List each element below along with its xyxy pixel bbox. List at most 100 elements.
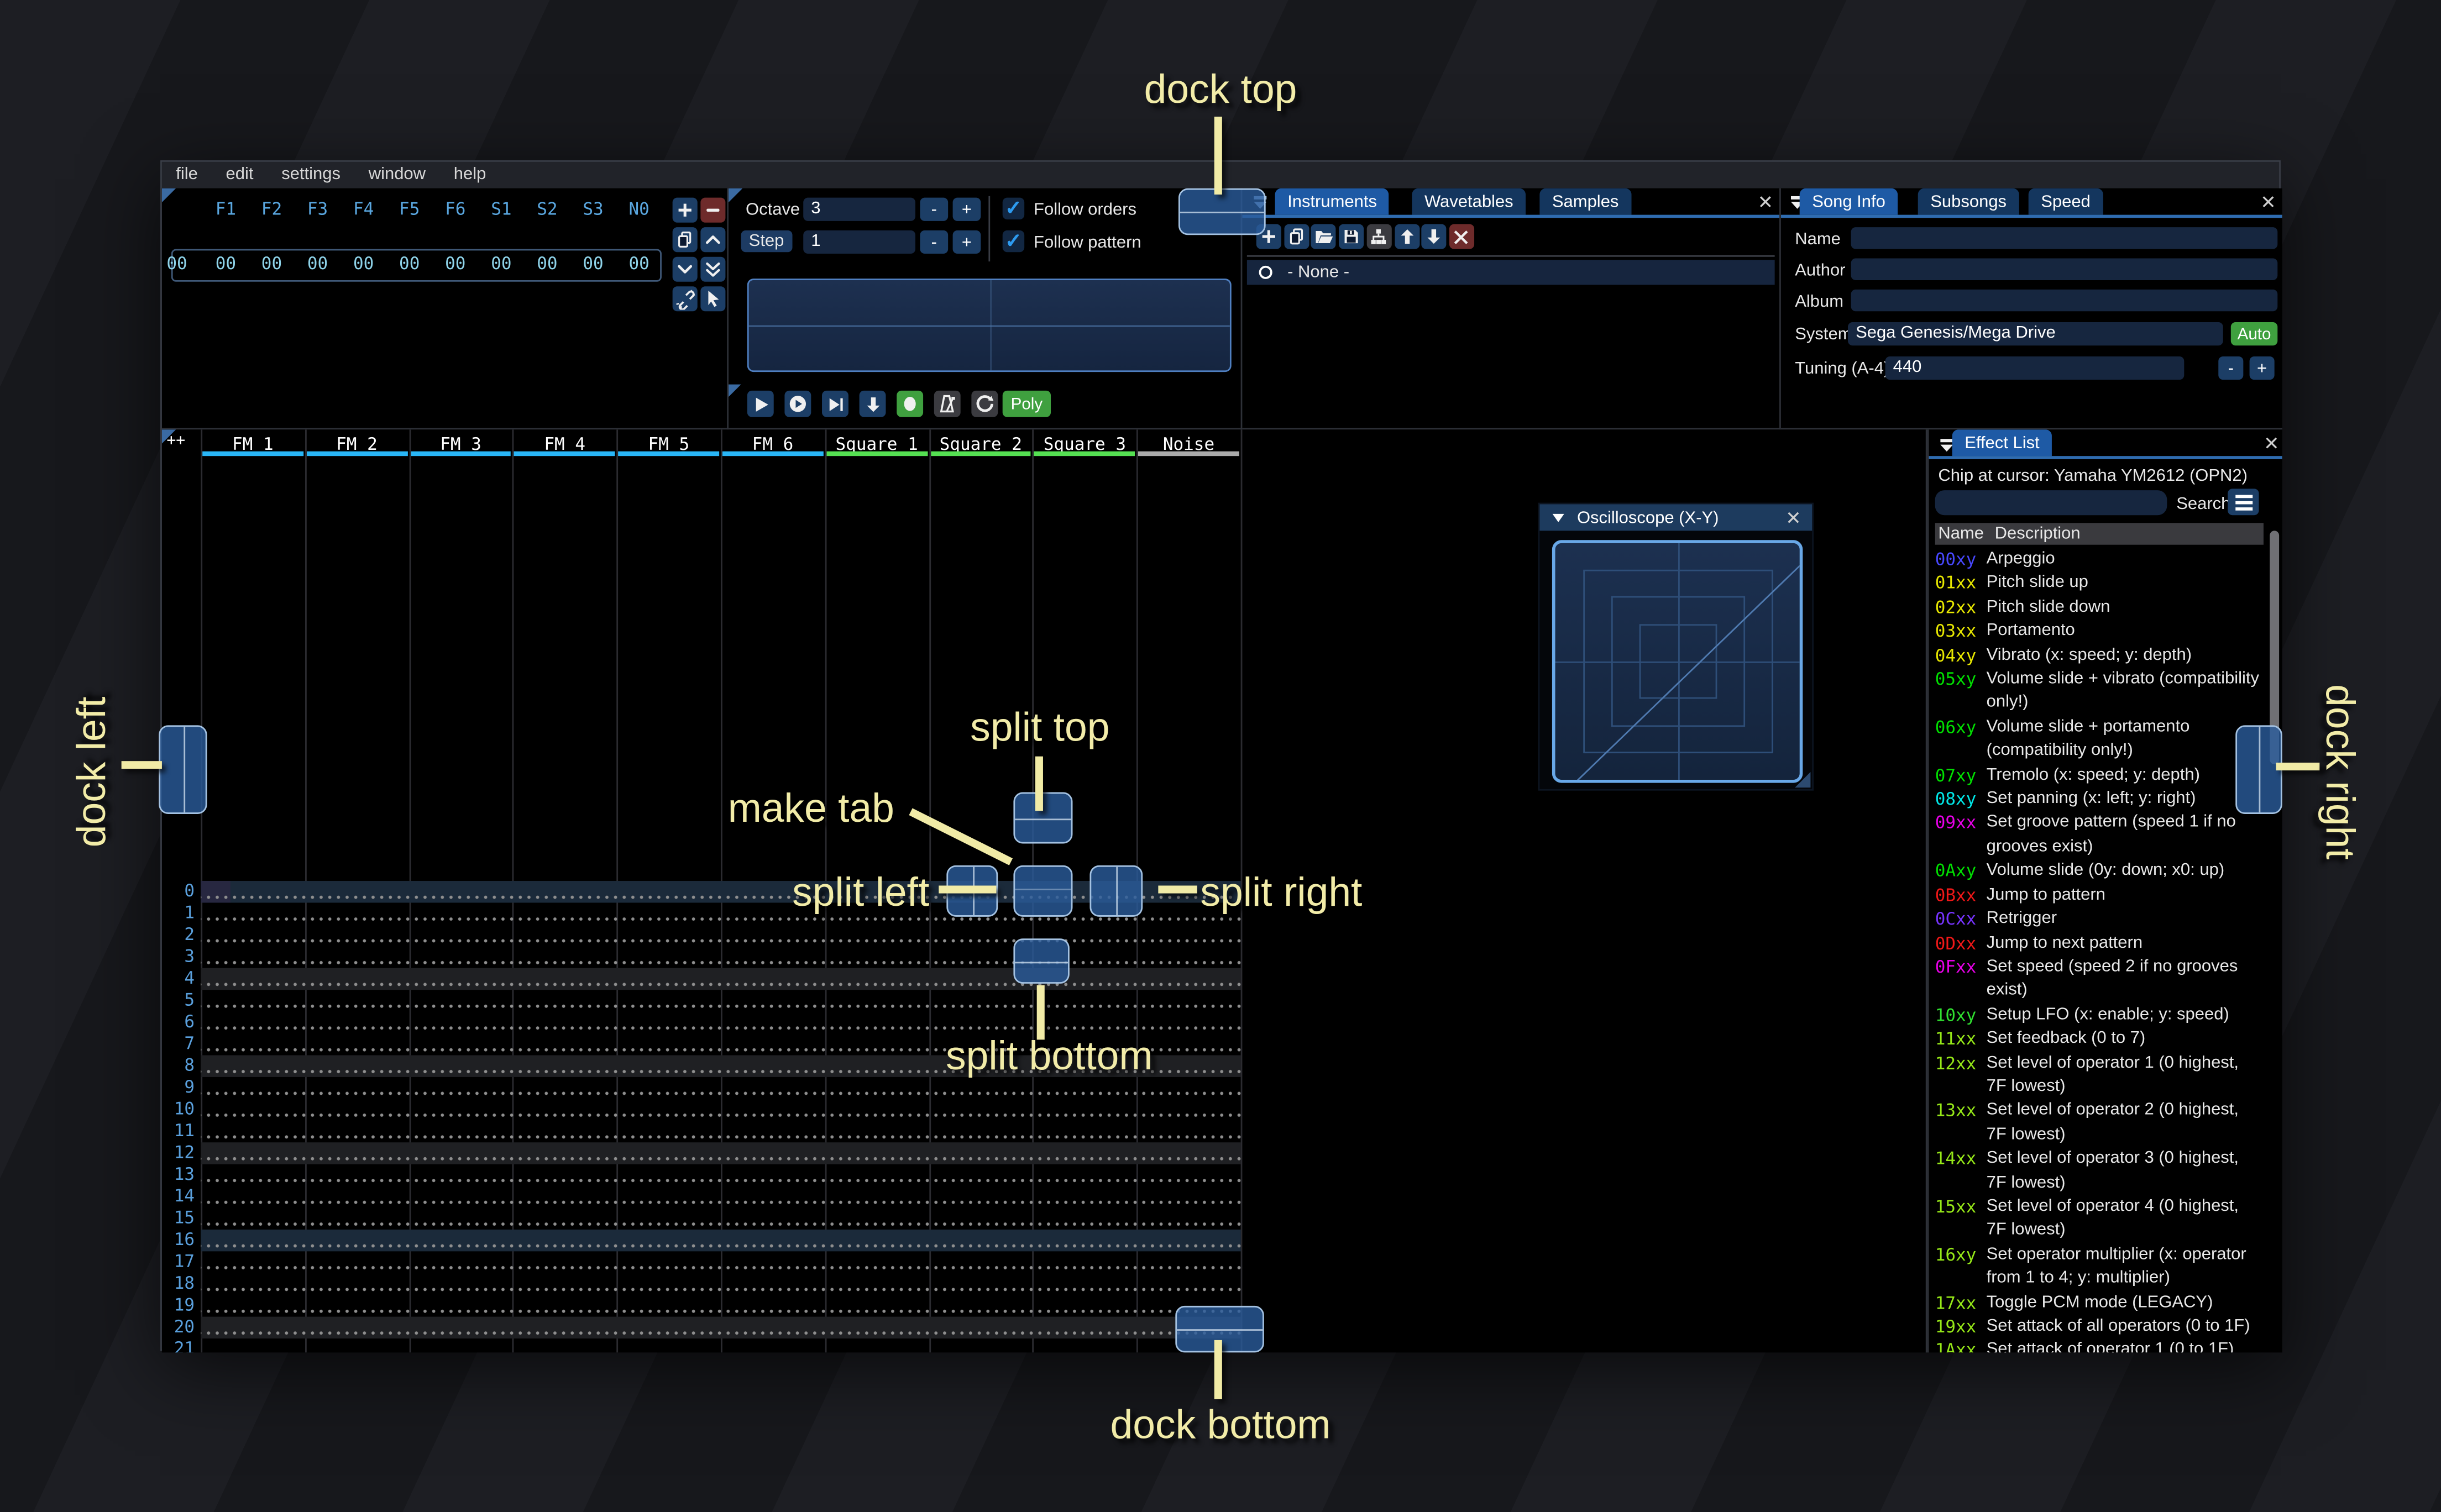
tab-song-info[interactable]: Song Info (1799, 188, 1898, 215)
tuning-plus-button[interactable]: + (2249, 356, 2275, 380)
order-cell[interactable]: 00 (252, 254, 292, 274)
channel-header-square-3[interactable]: Square 3 (1033, 429, 1136, 458)
dock-right-target[interactable] (2235, 725, 2282, 814)
effect-row-0Cxx[interactable]: 0Cxx Retrigger (1935, 907, 2262, 931)
effect-row-11xx[interactable]: 11xx Set feedback (0 to 7) (1935, 1027, 2262, 1051)
menu-item-window[interactable]: window (354, 162, 439, 188)
oscilloscope-window[interactable]: Oscilloscope (X-Y) ✕ (1538, 502, 1814, 791)
tuning-minus-button[interactable]: - (2218, 356, 2244, 380)
transport-play-step-button[interactable] (822, 390, 848, 417)
close-icon[interactable]: ✕ (1758, 193, 1773, 212)
effect-row-0Bxx[interactable]: 0Bxx Jump to pattern (1935, 884, 2262, 907)
effect-row-14xx[interactable]: 14xx Set level of operator 3 (0 highest, … (1935, 1147, 2262, 1195)
effect-row-10xy[interactable]: 10xy Setup LFO (x: enable; y: speed) (1935, 1004, 2262, 1027)
effect-row-01xx[interactable]: 01xx Pitch slide up (1935, 572, 2262, 596)
effect-row-16xy[interactable]: 16xy Set operator multiplier (x: operator… (1935, 1243, 2262, 1292)
effect-row-03xx[interactable]: 03xx Portamento (1935, 620, 2262, 644)
collapse-triangle-icon[interactable] (1550, 510, 1566, 525)
follow-pattern-checkbox[interactable]: ✓ (1002, 229, 1025, 253)
album-input[interactable] (1851, 289, 2278, 312)
pattern-row[interactable]: 17 (162, 1251, 1241, 1273)
orders-copy-button[interactable] (672, 227, 698, 253)
channel-header-fm-2[interactable]: FM 2 (305, 429, 408, 458)
transport-play-button[interactable] (747, 390, 774, 417)
instrument-arrow-down-button[interactable] (1421, 224, 1447, 249)
pattern-row[interactable]: 1 (162, 902, 1241, 924)
poly-button[interactable]: Poly (1002, 390, 1051, 417)
menu-item-file[interactable]: file (162, 162, 212, 188)
transport-play-circle-button[interactable] (784, 390, 811, 417)
effect-row-02xx[interactable]: 02xx Pitch slide down (1935, 596, 2262, 620)
effect-row-0Fxx[interactable]: 0Fxx Set speed (speed 2 if no grooves exi… (1935, 956, 2262, 1004)
channel-header-fm-4[interactable]: FM 4 (513, 429, 617, 458)
step-minus-button[interactable]: - (920, 230, 949, 254)
orders-chevron-down-button[interactable] (672, 256, 698, 282)
order-cell[interactable]: 00 (343, 254, 384, 274)
tab-speed[interactable]: Speed (2028, 188, 2103, 215)
orders-cursor-button[interactable] (700, 286, 726, 312)
menu-hamburger-button[interactable] (2228, 489, 2259, 516)
effect-row-1Axx[interactable]: 1Axx Set attack of operator 1 (0 to 1F) (1935, 1339, 2262, 1352)
order-cell[interactable]: 00 (527, 254, 567, 274)
order-cell[interactable]: 00 (206, 254, 246, 274)
pattern-row[interactable]: 16 (162, 1229, 1241, 1251)
order-cell[interactable]: 00 (389, 254, 429, 274)
auto-system-button[interactable]: Auto (2230, 322, 2278, 346)
pattern-row[interactable]: 3 (162, 946, 1241, 968)
pattern-row[interactable]: 2 (162, 923, 1241, 946)
pattern-row[interactable]: 11 (162, 1120, 1241, 1142)
orders-link-broken-button[interactable] (672, 286, 698, 312)
transport-repeat-button[interactable] (971, 390, 998, 417)
effect-row-15xx[interactable]: 15xx Set level of operator 4 (0 highest, … (1935, 1195, 2262, 1243)
channel-header-noise[interactable]: Noise (1136, 429, 1240, 458)
close-icon[interactable]: ✕ (2264, 434, 2279, 453)
instrument-delete-x-button[interactable] (1449, 224, 1474, 249)
pattern-row[interactable]: 15 (162, 1207, 1241, 1229)
close-icon[interactable]: ✕ (2260, 193, 2276, 212)
orders-plus-button[interactable] (672, 197, 698, 223)
order-cell[interactable]: 00 (435, 254, 475, 274)
orders-chevron-up-button[interactable] (700, 227, 726, 253)
tab-subsongs[interactable]: Subsongs (1918, 188, 2019, 215)
transport-record-button[interactable] (897, 390, 924, 417)
pattern-row[interactable]: 12 (162, 1142, 1241, 1164)
effect-row-12xx[interactable]: 12xx Set level of operator 1 (0 highest, … (1935, 1052, 2262, 1100)
effect-row-04xy[interactable]: 04xy Vibrato (x: speed; y: depth) (1935, 644, 2262, 668)
menu-item-settings[interactable]: settings (268, 162, 354, 188)
octave-minus-button[interactable]: - (920, 197, 949, 221)
order-cell[interactable]: 00 (297, 254, 338, 274)
close-icon[interactable]: ✕ (1785, 509, 1801, 528)
pattern-row[interactable]: 10 (162, 1098, 1241, 1120)
instrument-arrow-up-button[interactable] (1394, 224, 1419, 249)
pattern-row[interactable]: 6 (162, 1011, 1241, 1033)
transport-metronome-button[interactable] (934, 390, 961, 417)
instrument-copy-button[interactable] (1284, 224, 1309, 249)
instrument-list-item[interactable]: - None - (1246, 260, 1775, 285)
effect-row-00xy[interactable]: 00xy Arpeggio (1935, 548, 2262, 571)
channel-header-fm-1[interactable]: FM 1 (201, 429, 305, 458)
effect-row-05xy[interactable]: 05xy Volume slide + vibrato (compatibilit… (1935, 668, 2262, 716)
order-cell[interactable]: 00 (573, 254, 613, 274)
effect-row-0Dxx[interactable]: 0Dxx Jump to next pattern (1935, 932, 2262, 956)
tab-samples[interactable]: Samples (1539, 188, 1631, 215)
effect-row-17xx[interactable]: 17xx Toggle PCM mode (LEGACY) (1935, 1291, 2262, 1315)
orders-chevron-double-down-button[interactable] (700, 256, 726, 282)
instrument-save-button[interactable] (1339, 224, 1364, 249)
octave-input[interactable]: 3 (803, 197, 916, 221)
order-cell[interactable]: 00 (619, 254, 659, 274)
octave-plus-button[interactable]: + (952, 197, 981, 221)
pattern-row[interactable]: 20 (162, 1316, 1241, 1338)
tuning-input[interactable]: 440 (1885, 356, 2185, 380)
tab-instruments[interactable]: Instruments (1275, 188, 1390, 215)
channel-header-square-2[interactable]: Square 2 (929, 429, 1033, 458)
effect-search-input[interactable] (1935, 490, 2167, 516)
instrument-tree-button[interactable] (1366, 224, 1392, 249)
effect-row-06xy[interactable]: 06xy Volume slide + portamento (compatibi… (1935, 716, 2262, 764)
order-cell[interactable]: 00 (481, 254, 521, 274)
dock-top-target[interactable] (1178, 188, 1266, 235)
oscilloscope-title-bar[interactable]: Oscilloscope (X-Y) ✕ (1539, 504, 1813, 531)
tab-wavetables[interactable]: Wavetables (1412, 188, 1526, 215)
resize-grip[interactable] (1795, 771, 1811, 788)
pattern-row[interactable]: 18 (162, 1272, 1241, 1295)
split-right-target[interactable] (1089, 865, 1143, 917)
